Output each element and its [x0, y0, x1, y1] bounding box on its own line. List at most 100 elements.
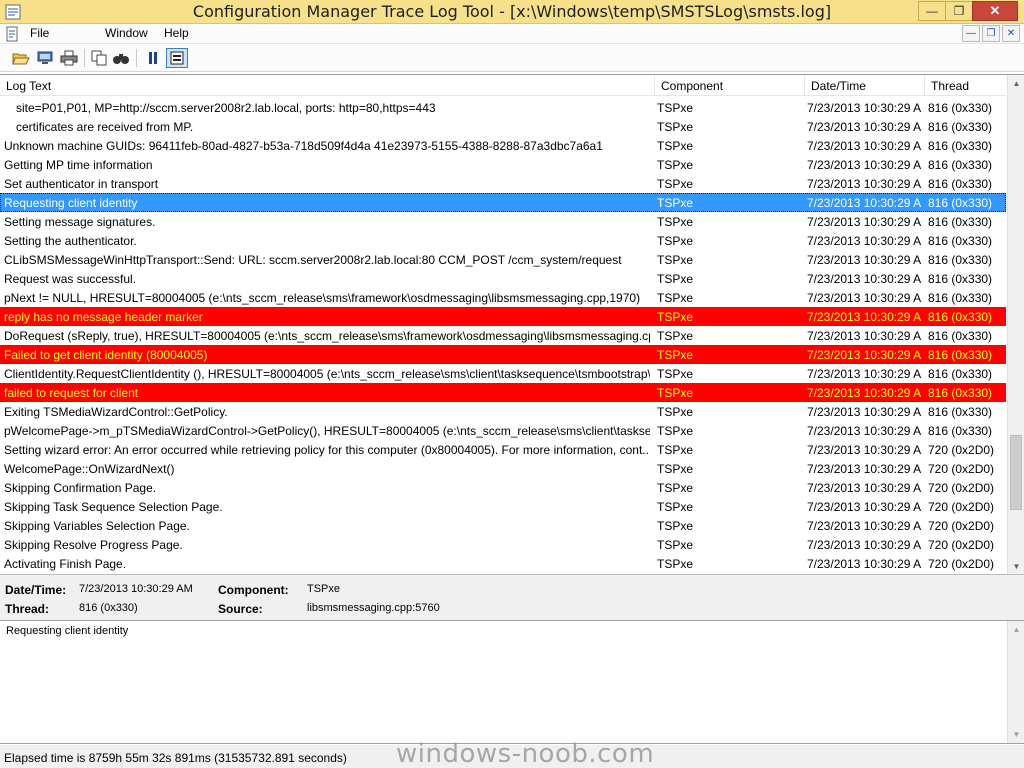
print-button[interactable] — [58, 48, 80, 68]
find-icon — [113, 54, 129, 64]
datetime-label: Date/Time: — [5, 583, 67, 597]
thread-value: 816 (0x330) — [79, 602, 138, 614]
log-row-text: Unknown machine GUIDs: 96411feb-80ad-482… — [4, 139, 603, 153]
log-row[interactable]: certificates are received from MP. TSPxe 7… — [0, 117, 1006, 136]
log-row-component: TSPxe — [657, 196, 694, 210]
component-value: TSPxe — [307, 583, 341, 595]
log-row-thread: 720 (0x2D0) — [928, 462, 995, 476]
log-row[interactable]: failed to request for client TSPxe 7/23/20… — [0, 383, 1006, 402]
open-server-button[interactable] — [34, 48, 56, 68]
log-row-datetime: 7/23/2013 10:30:29 AM — [807, 177, 922, 191]
document-close-button[interactable]: ✕ — [1002, 25, 1020, 42]
log-row-thread: 816 (0x330) — [928, 272, 993, 286]
log-list[interactable]: Log Text Component Date/Time Thread site… — [0, 74, 1024, 575]
thread-label: Thread: — [5, 602, 50, 616]
log-row-thread: 816 (0x330) — [928, 310, 993, 324]
log-row[interactable]: Getting MP time information TSPxe 7/23/201… — [0, 155, 1006, 174]
log-row[interactable]: ClientIdentity.RequestClientIdentity (),… — [0, 364, 1006, 383]
log-row[interactable]: Skipping Task Sequence Selection Page. TS… — [0, 497, 1006, 516]
log-row[interactable]: Set authenticator in transport TSPxe 7/23/… — [0, 174, 1006, 193]
log-row-component: TSPxe — [657, 234, 694, 248]
log-row[interactable]: Exiting TSMediaWizardControl::GetPolicy.… — [0, 402, 1006, 421]
log-row-component: TSPxe — [657, 519, 694, 533]
menu-file[interactable]: File — [30, 26, 49, 40]
message-text: Requesting client identity — [6, 625, 129, 637]
scroll-down-icon[interactable]: ▼ — [1008, 558, 1024, 575]
log-row-datetime: 7/23/2013 10:30:29 AM — [807, 367, 922, 381]
log-row[interactable]: reply has no message header marker TSPxe 7… — [0, 307, 1006, 326]
highlight-button[interactable] — [166, 48, 188, 68]
log-row-datetime: 7/23/2013 10:30:29 AM — [807, 234, 922, 248]
column-header-thread[interactable]: Thread — [925, 75, 1006, 96]
log-row-component: TSPxe — [657, 348, 694, 362]
log-row-text: CLibSMSMessageWinHttpTransport::Send: UR… — [4, 253, 622, 267]
message-pane[interactable]: Requesting client identity ▲ ▼ — [0, 620, 1024, 744]
log-row[interactable]: Skipping Resolve Progress Page. TSPxe 7/23… — [0, 535, 1006, 554]
log-row[interactable]: Setting wizard error: An error occurred … — [0, 440, 1006, 459]
log-row[interactable]: WelcomePage::OnWizardNext() TSPxe 7/23/201… — [0, 459, 1006, 478]
log-row-datetime: 7/23/2013 10:30:29 AM — [807, 405, 922, 419]
scroll-up-icon[interactable]: ▲ — [1008, 75, 1024, 92]
pause-icon — [149, 52, 157, 64]
log-row-component: TSPxe — [657, 158, 694, 172]
log-row[interactable]: Requesting client identity TSPxe 7/23/2013… — [0, 193, 1006, 212]
log-row[interactable]: Activating Finish Page. TSPxe 7/23/2013 10… — [0, 554, 1006, 573]
log-row-datetime: 7/23/2013 10:30:29 AM — [807, 120, 922, 134]
copy-button[interactable] — [88, 48, 110, 68]
log-row[interactable]: Failed to get client identity (80004005)… — [0, 345, 1006, 364]
log-row[interactable]: Unknown machine GUIDs: 96411feb-80ad-482… — [0, 136, 1006, 155]
log-row[interactable]: Request was successful. TSPxe 7/23/2013 10… — [0, 269, 1006, 288]
close-button[interactable]: ✕ — [972, 1, 1018, 21]
log-row[interactable]: pWelcomePage->m_pTSMediaWizardControl->G… — [0, 421, 1006, 440]
pause-button[interactable] — [142, 48, 164, 68]
find-button[interactable] — [110, 48, 132, 68]
log-row-thread: 816 (0x330) — [928, 215, 993, 229]
log-row[interactable]: Skipping Variables Selection Page. TSPxe 7… — [0, 516, 1006, 535]
log-row[interactable]: site=P01,P01, MP=http://sccm.server2008r… — [0, 98, 1006, 117]
elapsed-time-status: Elapsed time is 8759h 55m 32s 891ms (315… — [4, 751, 347, 765]
log-row-datetime: 7/23/2013 10:30:29 AM — [807, 196, 922, 210]
source-value: libsmsmessaging.cpp:5760 — [307, 602, 440, 614]
log-row[interactable]: CLibSMSMessageWinHttpTransport::Send: UR… — [0, 250, 1006, 269]
log-row-component: TSPxe — [657, 481, 694, 495]
log-row[interactable]: Skipping Confirmation Page. TSPxe 7/23/201… — [0, 478, 1006, 497]
document-window-controls: — ❐ ✕ — [962, 25, 1020, 42]
message-vertical-scrollbar[interactable]: ▲ ▼ — [1007, 621, 1024, 743]
log-row-component: TSPxe — [657, 177, 694, 191]
log-row-thread: 816 (0x330) — [928, 253, 993, 267]
log-vertical-scrollbar[interactable]: ▲ ▼ — [1007, 75, 1024, 575]
column-header-component[interactable]: Component — [655, 75, 805, 96]
log-row-component: TSPxe — [657, 462, 694, 476]
log-row-text: Setting wizard error: An error occurred … — [4, 443, 650, 457]
maximize-button[interactable]: ❐ — [945, 1, 972, 21]
open-button[interactable] — [10, 48, 32, 68]
log-row-component: TSPxe — [657, 329, 694, 343]
log-row-text: Activating Finish Page. — [4, 557, 127, 571]
datetime-value: 7/23/2013 10:30:29 AM — [79, 583, 193, 595]
scroll-down-icon[interactable]: ▼ — [1008, 726, 1024, 743]
document-minimize-button[interactable]: — — [962, 25, 980, 42]
log-row-text: Failed to get client identity (80004005) — [4, 348, 208, 362]
log-row[interactable]: Setting the authenticator. TSPxe 7/23/2013… — [0, 231, 1006, 250]
log-row-text: pNext != NULL, HRESULT=80004005 (e:\nts_… — [4, 291, 641, 305]
log-row-component: TSPxe — [657, 443, 694, 457]
minimize-button[interactable]: — — [918, 1, 945, 21]
menu-help[interactable]: Help — [164, 26, 189, 40]
title-bar: Configuration Manager Trace Log Tool - [… — [0, 0, 1024, 24]
log-row[interactable]: Setting message signatures. TSPxe 7/23/201… — [0, 212, 1006, 231]
log-row-component: TSPxe — [657, 557, 694, 571]
column-header-datetime[interactable]: Date/Time — [805, 75, 925, 96]
copy-icon — [91, 50, 107, 66]
log-row[interactable]: pNext != NULL, HRESULT=80004005 (e:\nts_… — [0, 288, 1006, 307]
log-row-text: Skipping Variables Selection Page. — [4, 519, 190, 533]
document-icon[interactable] — [4, 26, 20, 42]
log-row-thread: 816 (0x330) — [928, 234, 993, 248]
scrollbar-thumb[interactable] — [1010, 435, 1022, 510]
menu-window[interactable]: Window — [105, 26, 148, 40]
log-row-component: TSPxe — [657, 120, 694, 134]
document-restore-button[interactable]: ❐ — [982, 25, 1000, 42]
column-header-log-text[interactable]: Log Text — [0, 75, 655, 96]
log-row-component: TSPxe — [657, 215, 694, 229]
log-row[interactable]: DoRequest (sReply, true), HRESULT=800040… — [0, 326, 1006, 345]
scroll-up-icon[interactable]: ▲ — [1008, 621, 1024, 638]
